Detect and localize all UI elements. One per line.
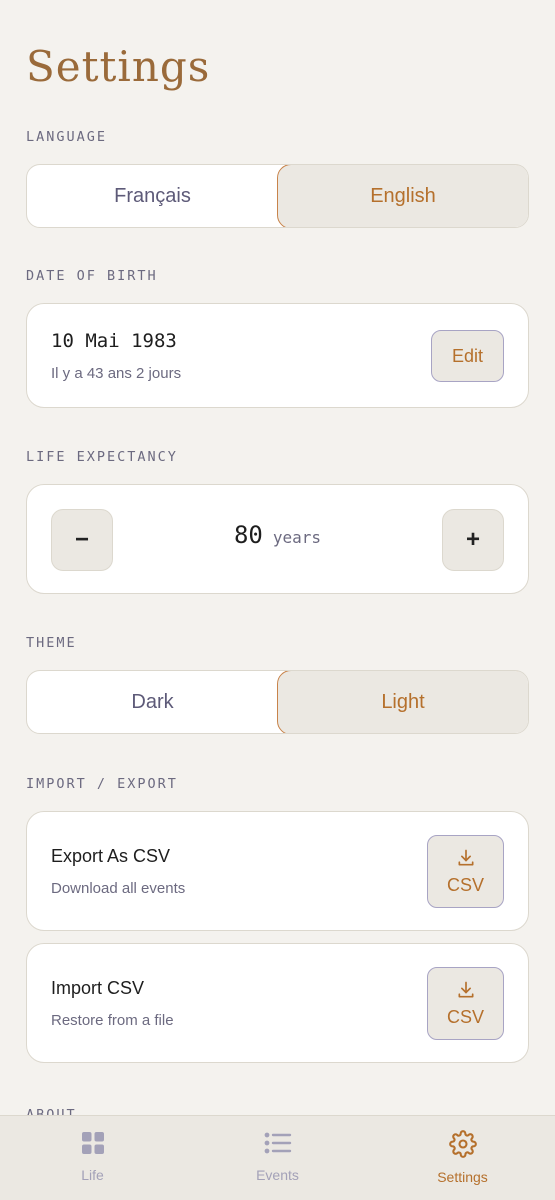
import-csv-title: Import CSV [51, 978, 145, 998]
import-csv-card: Import CSV Restore from a file CSV [26, 943, 529, 1063]
dob-card: 10 Mai 1983 Il y a 43 ans 2 jours Edit [26, 303, 529, 408]
tab-events[interactable]: Events [185, 1116, 370, 1200]
life-expectancy-section-label: LIFE EXPECTANCY [26, 449, 178, 465]
page-title: Settings [26, 42, 211, 91]
tab-events-label: Events [256, 1167, 299, 1183]
gear-icon [448, 1130, 477, 1161]
language-section-label: LANGUAGE [26, 129, 108, 145]
import-csv-subtitle: Restore from a file [51, 1012, 174, 1029]
life-expectancy-number: 80 [233, 521, 263, 549]
export-csv-button[interactable]: CSV [427, 835, 504, 908]
language-option-french[interactable]: Français [27, 165, 278, 227]
export-csv-button-label: CSV [446, 874, 484, 895]
dob-section-label: DATE OF BIRTH [26, 268, 158, 284]
tab-life[interactable]: Life [0, 1116, 185, 1200]
edit-dob-button[interactable]: Edit [431, 330, 504, 382]
export-csv-title: Export As CSV [51, 846, 171, 866]
dob-value: 10 Mai 1983 [51, 330, 177, 352]
about-section-label: ABOUT [26, 1107, 77, 1115]
language-option-english[interactable]: English [276, 165, 528, 227]
export-csv-subtitle: Download all events [51, 880, 186, 897]
tab-settings-label: Settings [437, 1169, 488, 1185]
download-icon [456, 848, 476, 873]
grid-icon [80, 1130, 106, 1159]
download-icon [456, 980, 476, 1005]
import-csv-button-label: CSV [446, 1006, 484, 1027]
tab-life-label: Life [81, 1167, 104, 1183]
increment-button[interactable]: + [442, 509, 504, 571]
theme-option-light[interactable]: Light [276, 671, 528, 733]
import-csv-button[interactable]: CSV [427, 967, 504, 1040]
life-expectancy-unit: years [272, 528, 322, 547]
bottom-tab-bar: Life Events Settings [0, 1115, 555, 1200]
life-expectancy-card: − 80 years + [26, 484, 529, 594]
theme-option-dark[interactable]: Dark [27, 671, 278, 733]
list-icon [264, 1130, 292, 1159]
language-segmented-control: Français English [26, 164, 529, 228]
export-csv-card: Export As CSV Download all events CSV [26, 811, 529, 931]
dob-relative-text: Il y a 43 ans 2 jours [51, 365, 182, 382]
tab-settings[interactable]: Settings [370, 1116, 555, 1200]
settings-page: Settings LANGUAGE Français English DATE … [0, 0, 555, 1200]
import-export-section-label: IMPORT / EXPORT [26, 776, 178, 792]
theme-section-label: THEME [26, 635, 77, 651]
theme-segmented-control: Dark Light [26, 670, 529, 734]
